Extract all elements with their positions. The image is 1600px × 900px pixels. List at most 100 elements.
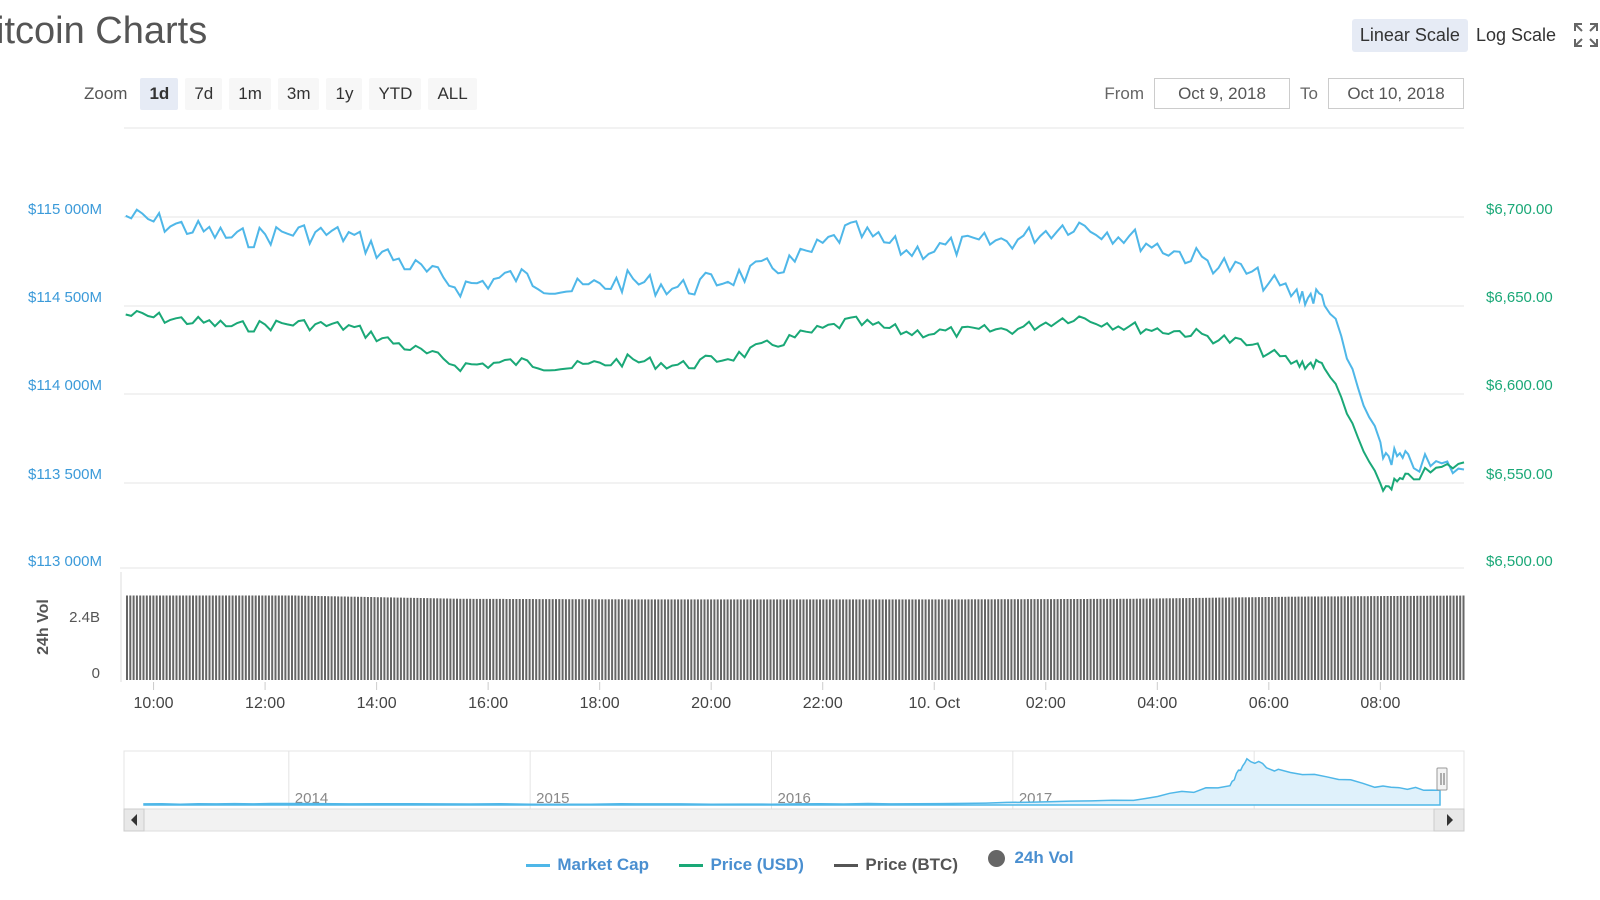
volume-bar: [350, 596, 353, 680]
navigator-handle[interactable]: [1436, 767, 1448, 791]
volume-bar: [1023, 599, 1026, 680]
volume-bar: [1264, 597, 1267, 680]
volume-bar: [1165, 598, 1168, 680]
volume-bar: [1347, 596, 1349, 680]
volume-bar: [1102, 598, 1105, 680]
volume-bar: [908, 599, 911, 680]
volume-bar: [865, 599, 868, 680]
volume-bar: [1201, 597, 1204, 680]
volume-bar: [1261, 597, 1264, 680]
volume-bar: [307, 595, 310, 680]
legend-label: Price (BTC): [865, 855, 958, 874]
volume-bar: [1122, 598, 1125, 680]
volume-bar: [1168, 598, 1171, 680]
volume-bar: [993, 599, 996, 680]
volume-bar: [492, 598, 495, 680]
volume-bar: [1406, 595, 1409, 680]
volume-bar: [1063, 599, 1066, 680]
volume-bar: [832, 599, 835, 680]
volume-bar: [1432, 595, 1435, 680]
volume-bar: [1254, 597, 1257, 680]
volume-bar: [713, 599, 716, 680]
navigator-scrollbar[interactable]: [123, 808, 1465, 832]
volume-bar: [1162, 598, 1165, 680]
volume-tick-label: 2.4B: [69, 609, 100, 626]
navigator[interactable]: 2014 2015 2016 2017 2018: [123, 750, 1465, 810]
volume-bar: [432, 598, 435, 680]
volume-bar: [172, 595, 175, 680]
volume-bar: [1287, 596, 1290, 680]
volume-bar: [436, 598, 439, 680]
price-btc-legend-icon: [834, 863, 859, 867]
volume-bar: [373, 597, 376, 680]
volume-bar: [980, 599, 983, 680]
volume-bar: [838, 599, 841, 680]
volume-bar: [1076, 599, 1079, 680]
volume-bar: [690, 599, 693, 680]
volume-bar: [244, 595, 247, 680]
volume-bar: [1208, 597, 1211, 680]
volume-bar: [1142, 598, 1145, 680]
volume-bar: [449, 598, 452, 680]
legend-item-price-btc[interactable]: Price (BTC): [834, 855, 958, 875]
legend-item-24h-vol[interactable]: 24h Vol: [988, 848, 1074, 868]
volume-bar: [525, 599, 528, 680]
volume-bar: [231, 595, 234, 680]
volume-bar: [904, 599, 907, 680]
volume-bar: [261, 595, 264, 680]
volume-bar: [1380, 596, 1382, 680]
volume-bar: [423, 598, 425, 680]
legend-item-price-usd[interactable]: Price (USD): [679, 855, 804, 875]
volume-bar: [644, 599, 647, 680]
volume-bar: [465, 598, 468, 680]
volume-bar: [347, 596, 350, 680]
volume-bar: [670, 599, 673, 680]
volume-bar: [1175, 598, 1178, 680]
volume-bar: [1182, 598, 1184, 680]
volume-bar: [1185, 598, 1188, 680]
volume-bar: [1363, 596, 1366, 680]
volume-bar: [1096, 598, 1099, 680]
volume-bar: [132, 595, 135, 680]
volume-bar: [1386, 596, 1389, 680]
volume-bar: [1195, 597, 1198, 680]
volume-bar: [782, 599, 785, 680]
volume-bar: [617, 599, 620, 680]
left-tick-label: $115 000M: [28, 201, 102, 218]
volume-bar: [294, 595, 297, 680]
volume-bar: [502, 598, 505, 680]
volume-bar: [1218, 597, 1221, 680]
volume-bar: [967, 599, 970, 680]
volume-bar: [1086, 599, 1089, 680]
volume-bar: [1360, 596, 1363, 680]
volume-bar: [1426, 595, 1429, 680]
legend-label: Price (USD): [710, 855, 804, 874]
volume-bar: [333, 596, 336, 680]
right-tick-label: $6,500.00: [1486, 553, 1553, 570]
volume-bar: [1307, 596, 1310, 680]
volume-bar: [152, 595, 155, 680]
volume-bar: [1452, 595, 1455, 680]
right-tick-label: $6,700.00: [1486, 201, 1553, 218]
volume-bar: [383, 597, 386, 680]
volume-bar: [769, 599, 772, 680]
volume-bar: [390, 597, 392, 680]
volume-bar: [1403, 595, 1406, 680]
volume-bar: [852, 599, 854, 680]
legend-item-market-cap[interactable]: Market Cap: [526, 855, 649, 875]
volume-bar: [878, 599, 881, 680]
volume-bar: [208, 595, 211, 680]
volume-bar: [297, 595, 300, 680]
volume-bar: [541, 599, 544, 680]
volume-bar: [855, 599, 858, 680]
volume-bar: [396, 597, 399, 680]
left-tick-label: $113 000M: [28, 553, 102, 570]
volume-bar: [736, 599, 739, 680]
volume-bar: [1073, 599, 1076, 680]
x-tick-label: 20:00: [691, 695, 731, 712]
volume-bar: [479, 598, 482, 680]
volume-bar: [1281, 596, 1283, 680]
volume-bar: [555, 599, 557, 680]
volume-bar: [1231, 597, 1234, 680]
volume-bar: [1066, 599, 1069, 680]
